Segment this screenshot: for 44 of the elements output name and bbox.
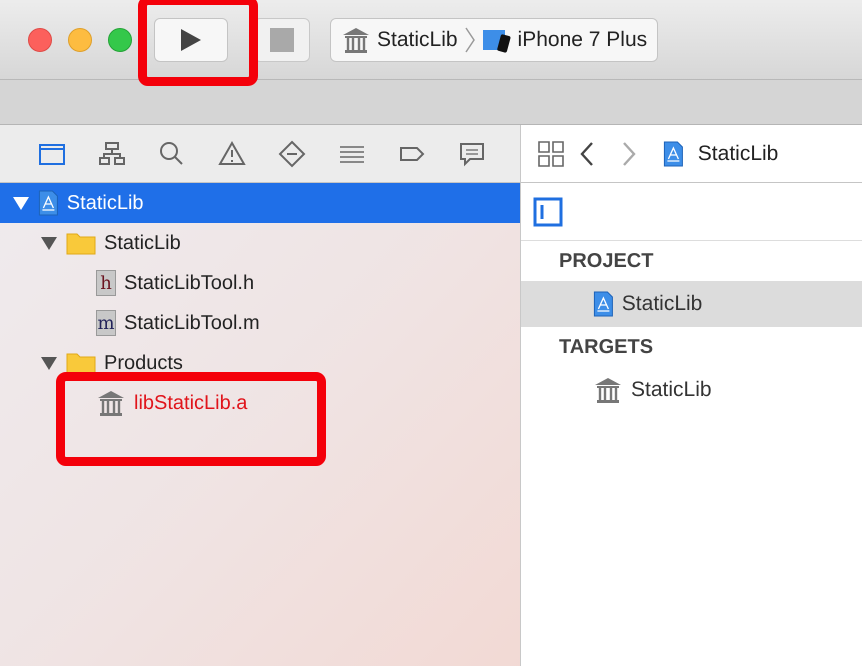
scheme-selector[interactable]: StaticLib iPhone 7 Plus bbox=[330, 18, 658, 62]
tree-label: Products bbox=[104, 351, 183, 376]
tree-label: libStaticLib.a bbox=[134, 391, 248, 416]
sidebar-toggle-icon[interactable] bbox=[533, 196, 563, 226]
chevron-icon bbox=[464, 26, 476, 52]
target-row[interactable]: StaticLib bbox=[521, 367, 862, 413]
app-file-icon bbox=[663, 140, 684, 166]
section-header: PROJECT bbox=[558, 249, 654, 274]
building-icon bbox=[593, 376, 623, 404]
scheme-label: StaticLib bbox=[377, 26, 458, 53]
tree-label: StaticLibTool.m bbox=[124, 311, 260, 336]
stop-icon bbox=[270, 28, 294, 52]
zoom-button[interactable] bbox=[108, 28, 132, 52]
section-header: TARGETS bbox=[558, 335, 654, 360]
file-icon: m bbox=[96, 310, 116, 336]
back-icon[interactable] bbox=[579, 140, 595, 166]
tree-row[interactable]: libStaticLib.a bbox=[0, 383, 520, 423]
building-icon bbox=[96, 389, 126, 417]
building-icon bbox=[341, 26, 371, 54]
file-icon: h bbox=[96, 270, 116, 296]
disclosure-triangle-icon[interactable] bbox=[12, 195, 30, 211]
play-icon bbox=[180, 28, 202, 52]
folder-icon bbox=[66, 231, 96, 255]
target-label: StaticLib bbox=[631, 377, 712, 404]
tree-row[interactable]: StaticLib bbox=[0, 183, 520, 223]
device-label: iPhone 7 Plus bbox=[518, 26, 648, 53]
close-button[interactable] bbox=[28, 28, 52, 52]
jump-bar-label[interactable]: StaticLib bbox=[698, 138, 778, 170]
disclosure-triangle-icon[interactable] bbox=[40, 355, 58, 371]
tree-label: StaticLib bbox=[104, 231, 181, 256]
disclosure-triangle-icon[interactable] bbox=[40, 235, 58, 251]
run-button[interactable] bbox=[154, 18, 228, 62]
tree-row[interactable]: m StaticLibTool.m bbox=[0, 303, 520, 343]
tree-row[interactable]: Products bbox=[0, 343, 520, 383]
tree-label: StaticLib bbox=[66, 191, 144, 216]
app-file-icon bbox=[38, 190, 59, 216]
tree-label: StaticLibTool.h bbox=[124, 271, 254, 296]
tree-row[interactable]: StaticLib bbox=[0, 223, 520, 263]
app-file-icon bbox=[593, 291, 614, 317]
folder-icon bbox=[66, 351, 96, 375]
target-label: StaticLib bbox=[622, 291, 702, 318]
grid-icon[interactable] bbox=[537, 140, 565, 168]
target-row[interactable]: StaticLib bbox=[521, 281, 862, 327]
tree-row[interactable]: h StaticLibTool.h bbox=[0, 263, 520, 303]
